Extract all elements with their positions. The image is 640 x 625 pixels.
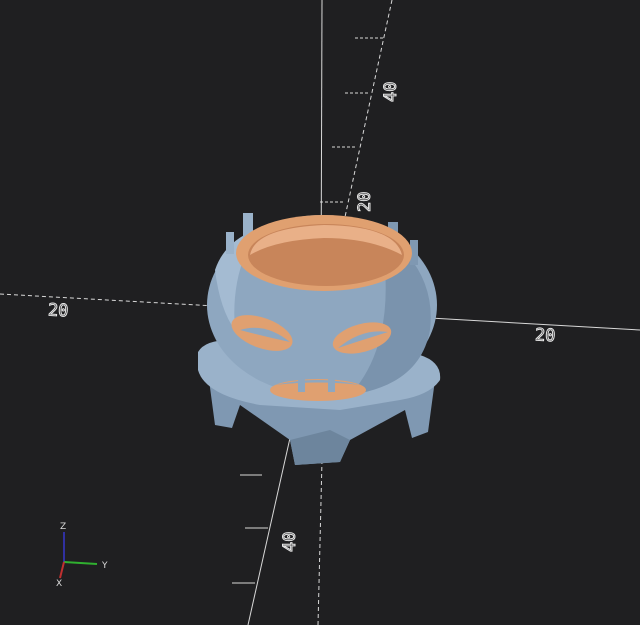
tick-label-x-neg: 20 <box>47 300 69 321</box>
pumpkin-model[interactable] <box>198 213 441 465</box>
gizmo-x-label: X <box>56 579 62 589</box>
3d-viewport[interactable]: 20 20 20 40 20 40 Z <box>0 0 640 625</box>
tick-label-y-mid: 40 <box>280 532 300 552</box>
scene: 20 20 20 40 20 40 Z <box>0 0 640 625</box>
gizmo-y-label: Y <box>101 561 108 571</box>
tick-label-z-low: 20 <box>355 192 375 212</box>
gizmo-z-label: Z <box>60 522 66 532</box>
tick-label-x-pos: 20 <box>534 325 556 346</box>
gizmo-x-axis <box>59 561 65 579</box>
gizmo-y-axis <box>63 561 98 565</box>
axis-gizmo: Z Y X <box>56 522 108 589</box>
tick-label-z-high: 40 <box>381 82 401 102</box>
y-axis-negative-dashed <box>317 459 323 625</box>
x-axis-negative-dashed <box>0 293 216 307</box>
